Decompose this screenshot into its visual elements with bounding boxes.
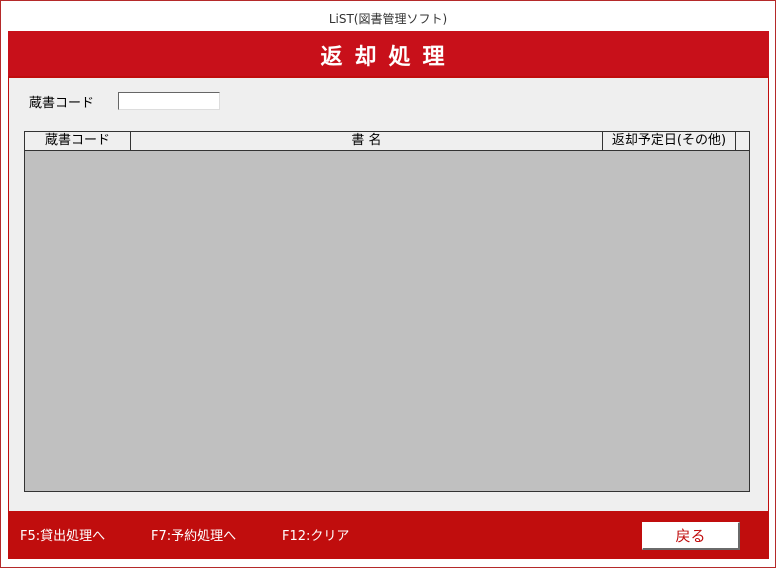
back-button[interactable]: 戻る [642, 522, 740, 550]
return-list-table[interactable]: 蔵書コード 書 名 返却予定日(その他) [24, 131, 750, 492]
f5-loan-shortcut[interactable]: F5:貸出処理へ [20, 525, 105, 544]
book-code-label: 蔵書コード [29, 96, 95, 111]
book-code-input[interactable] [118, 92, 220, 110]
footer-bar: F5:貸出処理へ F7:予約処理へ F12:クリア 戻る [8, 513, 769, 559]
table-header: 蔵書コード 書 名 返却予定日(その他) [25, 132, 749, 151]
f7-reserve-shortcut[interactable]: F7:予約処理へ [151, 525, 236, 544]
window-title: LiST(図書管理ソフト) [328, 12, 448, 26]
page-title: 返却処理 [320, 44, 457, 70]
column-header-book-code[interactable]: 蔵書コード [25, 132, 131, 150]
app-window: LiST(図書管理ソフト) 返却処理 蔵書コード 蔵書コード 書 名 返却予定日… [0, 0, 776, 568]
column-header-due-date[interactable]: 返却予定日(その他) [603, 132, 736, 150]
column-header-book-name[interactable]: 書 名 [131, 132, 603, 150]
main-frame: 返却処理 蔵書コード 蔵書コード 書 名 返却予定日(その他) F5:貸出処理へ… [8, 31, 769, 559]
header-banner: 返却処理 [8, 31, 769, 76]
content-panel: 蔵書コード 蔵書コード 書 名 返却予定日(その他) [9, 78, 768, 511]
title-bar: LiST(図書管理ソフト) [1, 1, 775, 31]
f12-clear-shortcut[interactable]: F12:クリア [282, 525, 349, 544]
